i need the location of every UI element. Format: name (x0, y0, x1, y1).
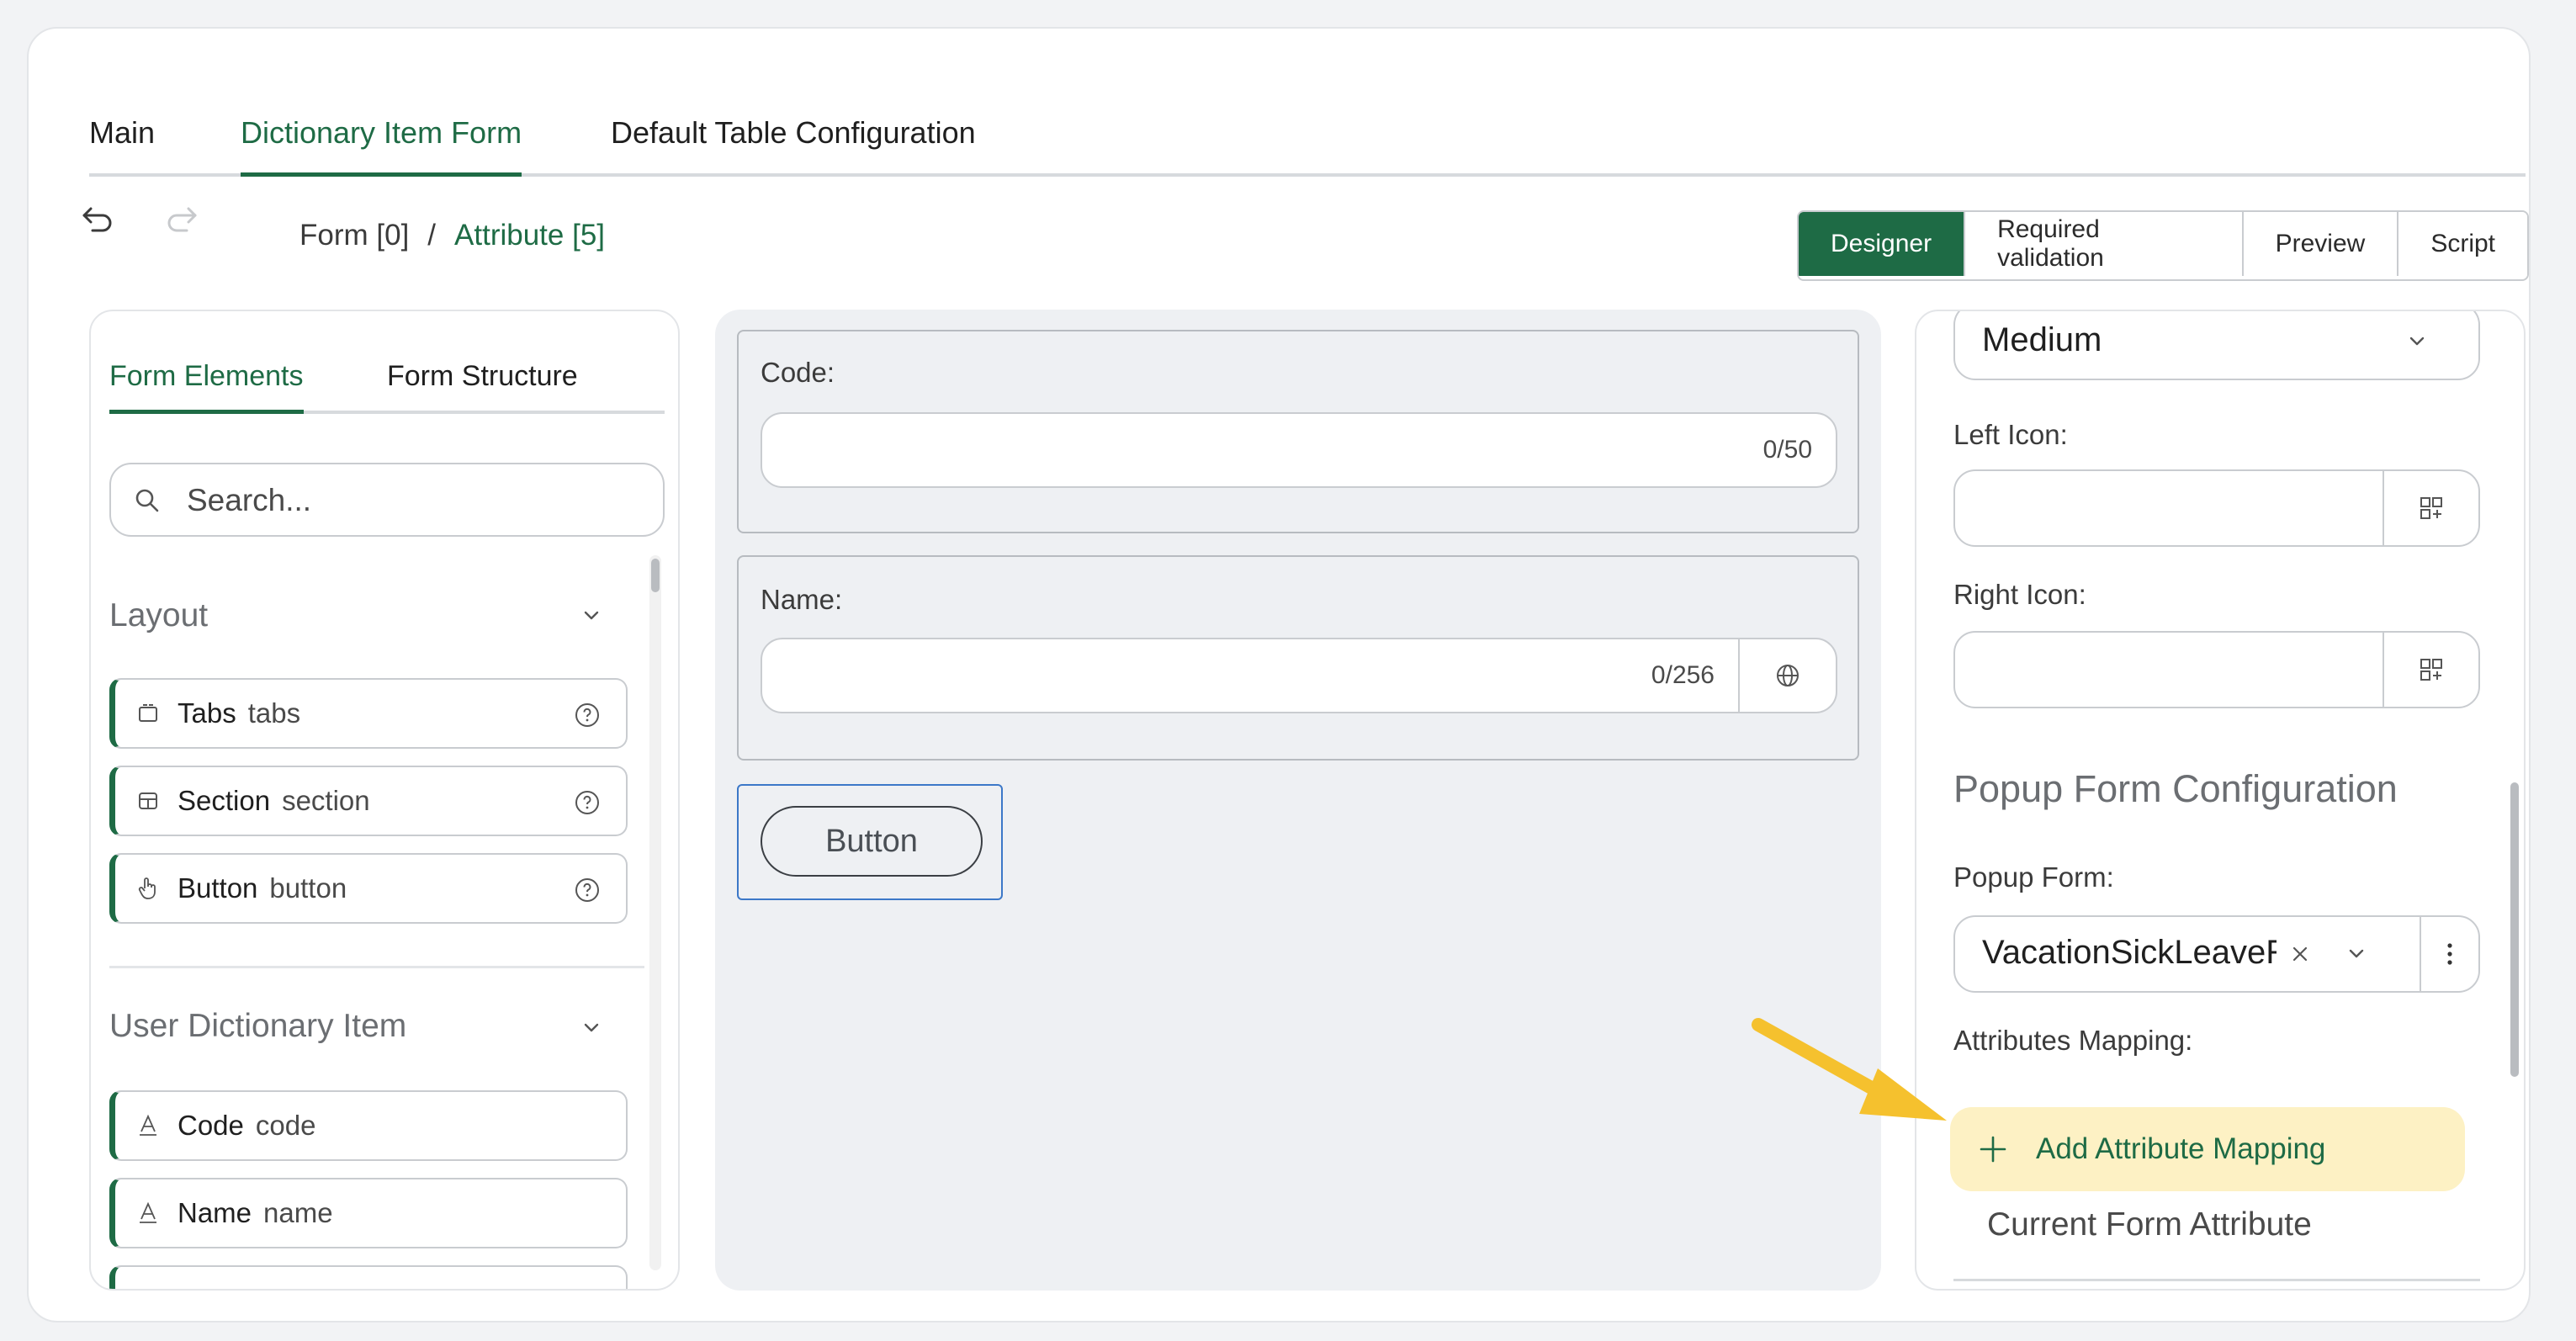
tab-dictionary-item-form[interactable]: Dictionary Item Form (241, 109, 522, 177)
element-item-section[interactable]: Section section (109, 766, 628, 836)
element-item-code[interactable]: Code code (109, 1090, 628, 1161)
canvas-button[interactable]: Button (761, 806, 983, 877)
design-canvas[interactable]: Code: 0/50 Name: 0/256 Button (715, 310, 1881, 1291)
code-char-counter: 0/50 (1762, 436, 1812, 464)
tab-main[interactable]: Main (89, 109, 155, 173)
button-element-block[interactable]: Button (737, 784, 1003, 900)
element-key: tabs (247, 697, 301, 729)
element-item-name[interactable]: Name name (109, 1178, 628, 1248)
translate-button[interactable] (1738, 639, 1836, 712)
left-icon-input[interactable] (1953, 469, 2480, 547)
element-key: name (263, 1197, 333, 1228)
size-select[interactable]: Medium (1953, 311, 2480, 380)
tab-default-table-configuration[interactable]: Default Table Configuration (611, 109, 976, 173)
current-form-attribute-header: Current Form Attribute (1987, 1206, 2312, 1243)
help-icon[interactable] (574, 702, 601, 729)
redo-button[interactable] (156, 193, 207, 244)
popup-form-more-button[interactable] (2420, 917, 2478, 991)
table-divider (1953, 1279, 2480, 1281)
help-icon[interactable] (574, 789, 601, 816)
form-designer-card: Main Dictionary Item Form Default Table … (27, 27, 2531, 1322)
group-title-layout[interactable]: Layout (109, 597, 208, 634)
right-icon-input[interactable] (1953, 631, 2480, 708)
element-label: Code (178, 1110, 244, 1141)
chevron-down-icon[interactable] (580, 607, 602, 624)
code-field-block[interactable]: Code: 0/50 (737, 330, 1859, 533)
icon-picker-icon (2420, 497, 2442, 519)
tab-form-elements[interactable]: Form Elements (109, 355, 304, 414)
name-field-block[interactable]: Name: 0/256 (737, 555, 1859, 761)
right-icon-picker-button[interactable] (2383, 633, 2478, 707)
popup-form-select[interactable]: VacationSickLeaveR (1953, 915, 2480, 993)
preview-mode-button[interactable]: Preview (2241, 212, 2398, 276)
tabs-icon (137, 702, 162, 724)
top-tab-bar: Main Dictionary Item Form Default Table … (89, 109, 2526, 177)
element-key: section (282, 785, 370, 816)
element-item-partial[interactable] (109, 1265, 628, 1289)
section-icon (137, 790, 162, 812)
group-divider (109, 966, 644, 968)
properties-panel: Medium Left Icon: Right Icon: Popup Form… (1915, 310, 2526, 1291)
code-field-label: Code: (761, 357, 835, 388)
redo-icon (167, 207, 197, 232)
globe-icon (1777, 665, 1799, 686)
element-label: Name (178, 1197, 252, 1228)
element-item-button[interactable]: Button button (109, 853, 628, 924)
pointer-hand-icon (137, 877, 162, 900)
right-panel-scroll-thumb[interactable] (2510, 782, 2519, 1077)
designer-mode-button[interactable]: Designer (1799, 212, 1964, 276)
left-icon-label: Left Icon: (1953, 419, 2068, 450)
right-icon-label: Right Icon: (1953, 579, 2086, 610)
text-attribute-icon (137, 1201, 162, 1225)
element-label: Button (178, 872, 258, 904)
name-input[interactable]: 0/256 (761, 638, 1837, 713)
chevron-down-icon[interactable] (2345, 946, 2367, 962)
popup-form-configuration-title: Popup Form Configuration (1953, 767, 2398, 810)
breadcrumb-separator: / (427, 219, 437, 252)
left-panel-tabs: Form Elements Form Structure (109, 355, 665, 414)
script-mode-button[interactable]: Script (2397, 212, 2527, 276)
element-search (109, 463, 665, 537)
element-key: code (255, 1110, 316, 1141)
add-attribute-mapping-label: Add Attribute Mapping (2036, 1132, 2326, 1165)
element-item-tabs[interactable]: Tabs tabs (109, 678, 628, 749)
size-select-value: Medium (1982, 321, 2102, 358)
annotation-arrow-icon (1752, 1018, 1947, 1121)
mode-toggle-group: Designer Required validation Preview Scr… (1797, 210, 2529, 281)
left-icon-picker-button[interactable] (2383, 471, 2478, 545)
chevron-down-icon (2409, 337, 2425, 346)
left-panel-scroll-track[interactable] (649, 555, 661, 1270)
code-input[interactable]: 0/50 (761, 412, 1837, 488)
attributes-mapping-label: Attributes Mapping: (1953, 1025, 2193, 1056)
form-elements-panel: Form Elements Form Structure Layout Tabs… (89, 310, 680, 1291)
breadcrumb: Form [0] / Attribute [5] (299, 219, 605, 252)
tab-form-structure[interactable]: Form Structure (387, 355, 578, 411)
text-attribute-icon (137, 1114, 162, 1137)
element-label: Section (178, 785, 271, 816)
element-key: button (269, 872, 347, 904)
plus-icon (1980, 1136, 2006, 1163)
clear-icon[interactable] (2288, 942, 2312, 966)
popup-form-value: VacationSickLeaveR (1982, 934, 2277, 971)
element-label: Tabs (178, 697, 236, 729)
undo-icon (82, 207, 112, 232)
name-field-label: Name: (761, 584, 843, 615)
group-title-user-dictionary-item[interactable]: User Dictionary Item (109, 1008, 406, 1045)
name-char-counter: 0/256 (1651, 661, 1715, 689)
breadcrumb-root[interactable]: Form [0] (299, 219, 409, 252)
search-input[interactable] (185, 476, 643, 525)
left-panel-scroll-thumb[interactable] (651, 559, 660, 592)
popup-form-label: Popup Form: (1953, 861, 2114, 893)
breadcrumb-current[interactable]: Attribute [5] (454, 219, 605, 252)
chevron-down-icon[interactable] (580, 1020, 602, 1036)
add-attribute-mapping-button[interactable]: Add Attribute Mapping (1950, 1107, 2465, 1191)
help-icon[interactable] (574, 877, 601, 904)
undo-button[interactable] (72, 193, 123, 244)
search-icon (135, 489, 159, 512)
more-vertical-icon (2447, 943, 2452, 965)
icon-picker-icon (2420, 659, 2442, 681)
required-validation-mode-button[interactable]: Required validation (1964, 212, 2242, 276)
